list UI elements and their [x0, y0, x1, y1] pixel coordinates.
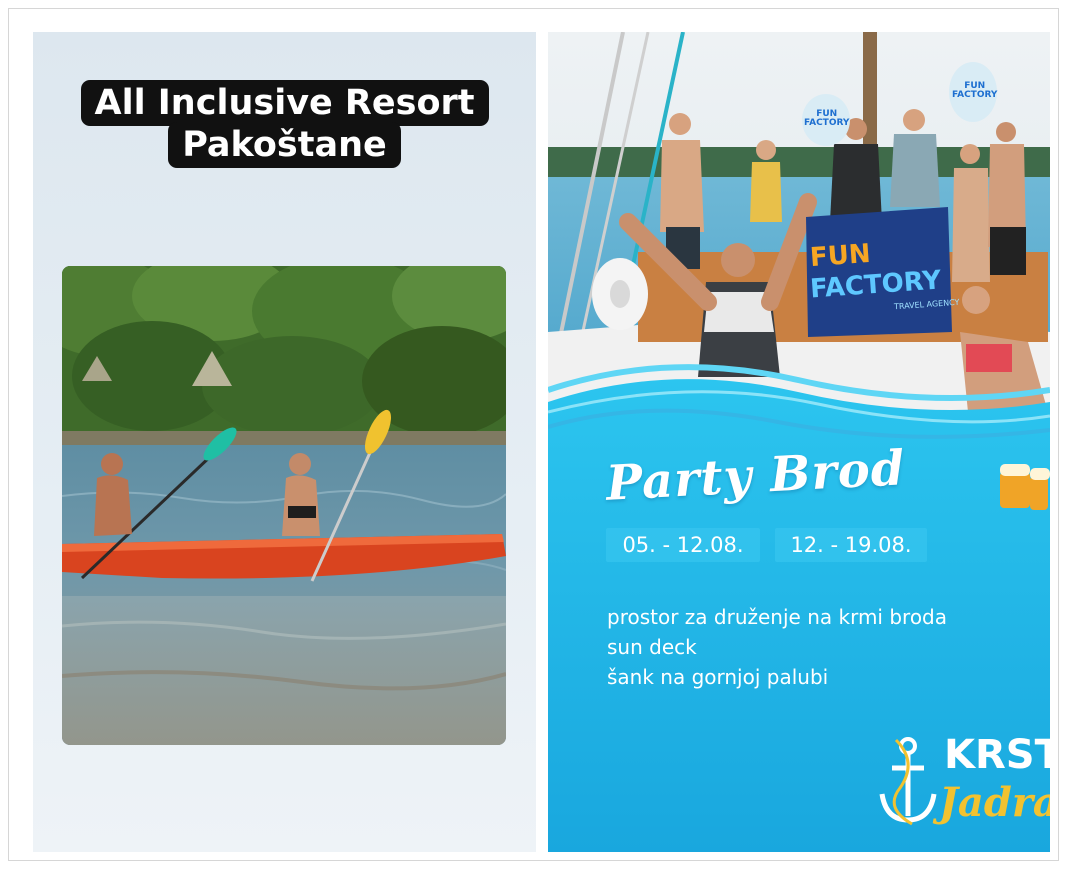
party-boat-photo — [548, 32, 1050, 852]
banner-text-line-1: FUN — [809, 238, 872, 274]
paddle-sign-text-2: FUN FACTORY — [952, 82, 997, 100]
date-chip-1: 05. - 12.08. — [606, 528, 760, 562]
date-chip-2: 12. - 19.08. — [775, 528, 927, 562]
feature-item: sun deck — [607, 635, 697, 659]
kayak-scene — [62, 266, 506, 745]
logo-line-1: KRSTA — [944, 732, 1050, 778]
feature-item: šank na gornjoj palubi — [607, 665, 829, 689]
paddle-sign-2-line-2: FACTORY — [952, 90, 998, 100]
feature-item: prostor za druženje na krmi broda — [607, 605, 947, 629]
resort-title-line-1: All Inclusive Resort — [80, 80, 489, 126]
resort-story-panel: All Inclusive Resort Pakoštane — [33, 32, 536, 852]
party-boat-story-panel: FUN FACTORY TRAVEL AGENCY FUN FACTORY FU… — [548, 32, 1050, 852]
resort-title: All Inclusive Resort Pakoštane — [33, 80, 536, 172]
paddle-sign-line-2: FACTORY — [804, 118, 850, 128]
features-list: prostor za druženje na krmi broda sun de… — [607, 602, 947, 692]
beer-mugs-icon — [1000, 464, 1050, 510]
kayak-photo — [62, 266, 506, 745]
logo-line-2: Jadra — [939, 779, 1050, 826]
anchor-icon — [879, 737, 937, 826]
paddle-sign-text: FUN FACTORY — [804, 110, 849, 128]
resort-title-line-2: Pakoštane — [168, 122, 401, 168]
